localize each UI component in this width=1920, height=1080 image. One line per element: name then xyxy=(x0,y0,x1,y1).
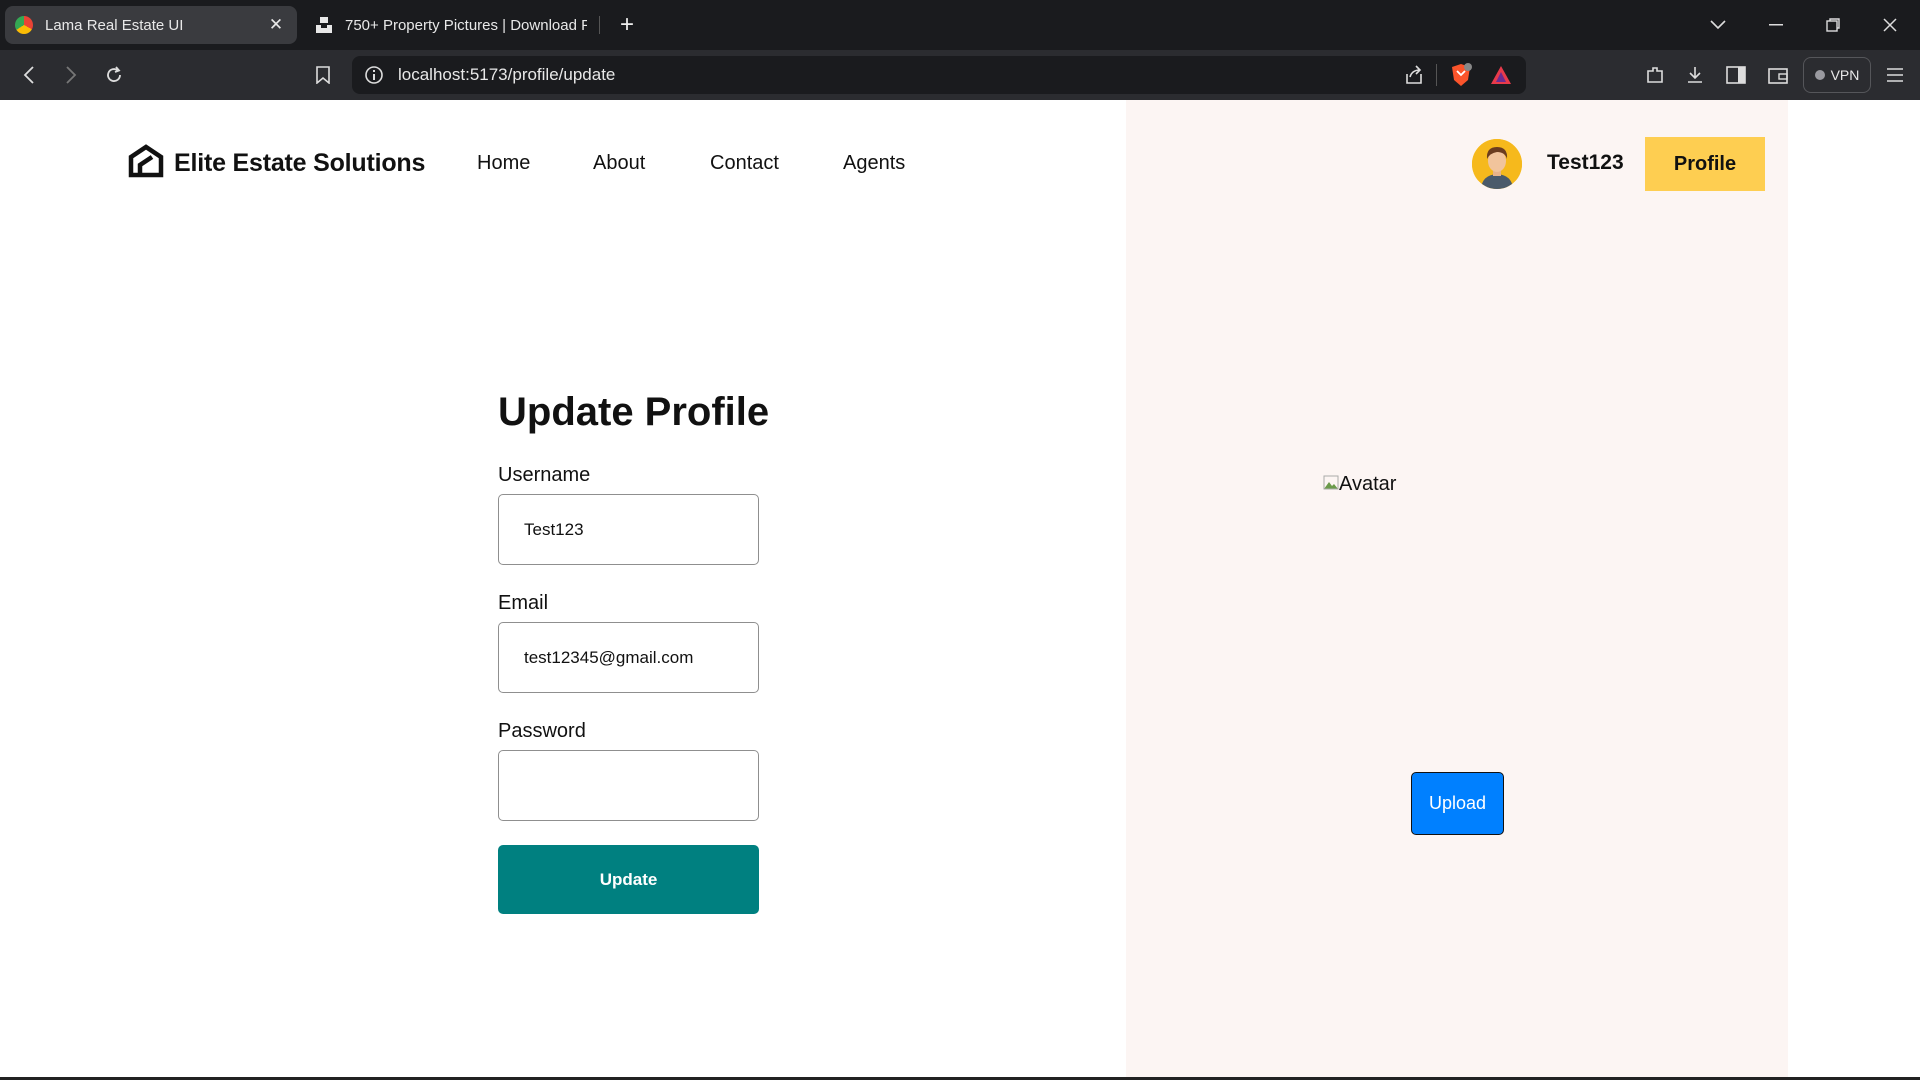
nav-link-about[interactable]: About xyxy=(593,152,645,175)
tab-lama-real-estate[interactable]: Lama Real Estate UI ✕ xyxy=(5,6,297,44)
house-logo-icon xyxy=(128,144,164,183)
site-info-icon[interactable] xyxy=(364,65,384,90)
username-input[interactable] xyxy=(498,494,759,565)
username-label: Username xyxy=(498,464,591,486)
nav-link-contact[interactable]: Contact xyxy=(710,152,779,175)
browser-tab-bar: Lama Real Estate UI ✕ 750+ Property Pict… xyxy=(0,0,1920,50)
bookmark-icon[interactable] xyxy=(308,60,338,90)
vpn-label: VPN xyxy=(1830,67,1860,83)
brand-logo[interactable]: Elite Estate Solutions xyxy=(128,144,425,183)
url-text[interactable]: localhost:5173/profile/update xyxy=(398,56,615,94)
tab-title: 750+ Property Pictures | Download F xyxy=(345,16,587,34)
avatar-alt-text: Avatar xyxy=(1339,473,1397,495)
new-tab-button[interactable]: + xyxy=(612,10,642,40)
upload-button[interactable]: Upload xyxy=(1411,772,1504,835)
minimize-icon[interactable] xyxy=(1748,0,1804,50)
nav-link-home[interactable]: Home xyxy=(477,152,530,175)
user-avatar xyxy=(1472,139,1522,189)
email-label: Email xyxy=(498,592,549,614)
forward-arrow-icon[interactable] xyxy=(56,60,86,90)
profile-button[interactable]: Profile xyxy=(1645,137,1765,191)
page-title: Update Profile xyxy=(498,390,770,434)
close-tab-icon[interactable]: ✕ xyxy=(265,15,287,35)
extensions-icon[interactable] xyxy=(1640,60,1670,90)
vpn-button[interactable]: VPN xyxy=(1803,57,1871,93)
password-label: Password xyxy=(498,720,586,742)
back-arrow-icon[interactable] xyxy=(14,60,44,90)
brand-name: Elite Estate Solutions xyxy=(174,149,426,177)
close-window-icon[interactable] xyxy=(1862,0,1918,50)
tab-divider xyxy=(599,16,600,34)
reload-icon[interactable] xyxy=(99,60,129,90)
sidebar-toggle-icon[interactable] xyxy=(1721,60,1751,90)
chrome-logo-icon xyxy=(15,16,33,34)
nav-link-agents[interactable]: Agents xyxy=(843,152,905,175)
update-button[interactable]: Update xyxy=(498,845,759,914)
vpn-status-icon xyxy=(1814,70,1825,80)
brave-rewards-icon[interactable] xyxy=(1490,65,1512,90)
tab-property-pictures[interactable]: 750+ Property Pictures | Download F xyxy=(305,6,597,44)
email-input[interactable] xyxy=(498,622,759,693)
omnibox-divider xyxy=(1436,64,1437,86)
unsplash-icon xyxy=(315,16,333,34)
menu-hamburger-icon[interactable] xyxy=(1880,60,1910,90)
password-input[interactable] xyxy=(498,750,759,821)
download-icon[interactable] xyxy=(1680,60,1710,90)
user-name: Test123 xyxy=(1547,151,1624,174)
web-page: Elite Estate Solutions Home About Contac… xyxy=(0,100,1920,1080)
restore-icon[interactable] xyxy=(1805,0,1861,50)
address-bar[interactable]: localhost:5173/profile/update xyxy=(352,56,1526,94)
broken-image-icon xyxy=(1323,473,1339,496)
share-icon[interactable] xyxy=(1404,65,1424,90)
avatar-panel xyxy=(1126,100,1788,1080)
avatar-image: Avatar xyxy=(1323,473,1396,496)
tab-title: Lama Real Estate UI xyxy=(45,16,184,34)
wallet-icon[interactable] xyxy=(1763,60,1793,90)
brave-shields-icon[interactable] xyxy=(1450,63,1472,92)
tab-search-chevron-icon[interactable] xyxy=(1690,0,1746,50)
